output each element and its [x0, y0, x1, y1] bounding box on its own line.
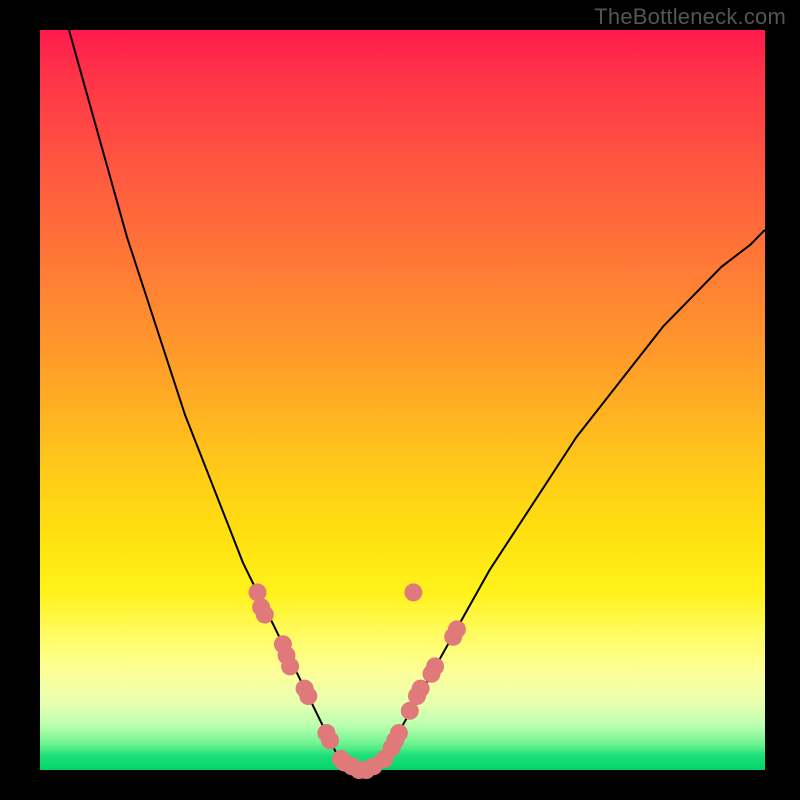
data-marker	[281, 657, 299, 675]
data-marker	[404, 583, 422, 601]
data-marker	[390, 724, 408, 742]
chart-frame: TheBottleneck.com	[0, 0, 800, 800]
data-marker	[426, 657, 444, 675]
data-marker	[448, 620, 466, 638]
chart-svg	[40, 30, 765, 770]
plot-area	[40, 30, 765, 770]
curve-group	[69, 30, 765, 770]
data-marker	[299, 687, 317, 705]
data-marker	[256, 606, 274, 624]
marker-group	[249, 583, 466, 779]
data-marker	[412, 680, 430, 698]
watermark-text: TheBottleneck.com	[594, 4, 786, 30]
data-marker	[321, 731, 339, 749]
curve-right-branch	[381, 230, 765, 763]
curve-left-branch	[69, 30, 345, 763]
